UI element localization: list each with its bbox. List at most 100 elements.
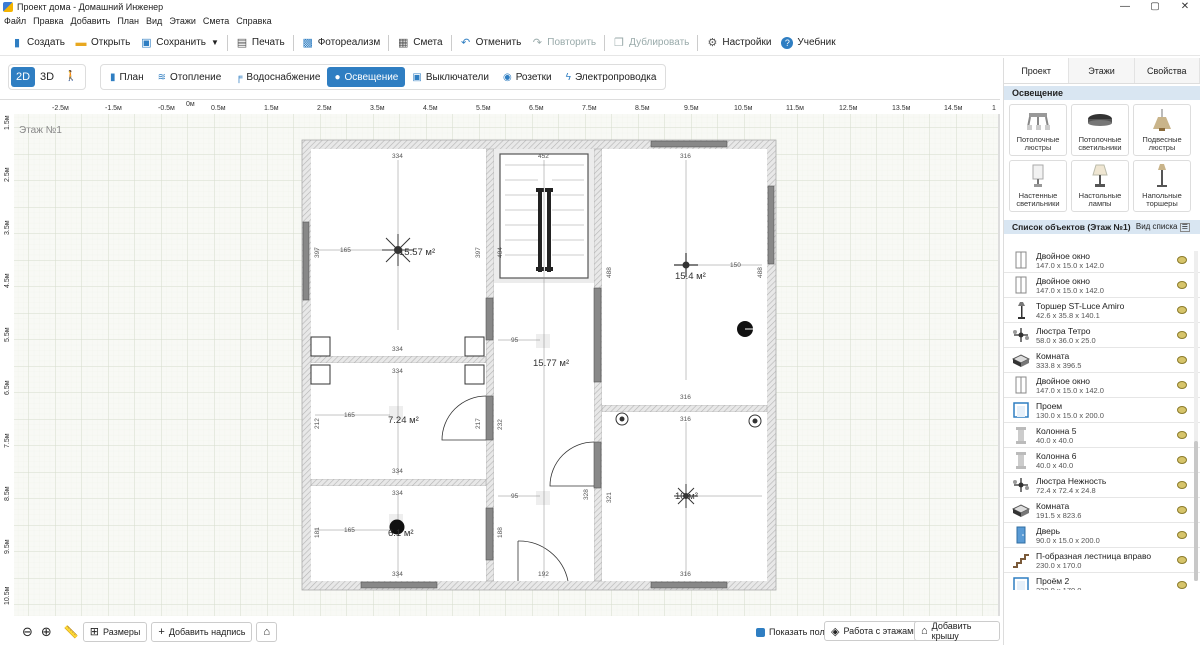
open-button[interactable]: ▬ Открыть [70, 32, 135, 54]
plan-svg[interactable]: -2.5м -1.5м -0.5м 0м 0.5м 1.5м 2.5м 3.5м… [0, 100, 1000, 616]
checkbox-icon[interactable] [756, 627, 765, 637]
tab-label: Выключатели [425, 71, 489, 83]
tab-lighting[interactable]: ● Освещение [327, 67, 406, 87]
menu-estimate[interactable]: Смета [203, 16, 229, 26]
object-list-item[interactable]: Проем 130.0 x 15.0 x 200.0 [1004, 398, 1200, 423]
visibility-eye-icon[interactable] [1177, 381, 1187, 389]
object-list-item[interactable]: Колонна 5 40.0 x 40.0 [1004, 423, 1200, 448]
visibility-eye-icon[interactable] [1177, 331, 1187, 339]
tab-switches[interactable]: ▣ Выключатели [405, 67, 496, 87]
scrollbar-thumb[interactable] [1194, 441, 1198, 581]
ruler-label: 5.5м [476, 105, 491, 112]
object-list-item[interactable]: Комната 191.5 x 823.6 [1004, 498, 1200, 523]
visibility-eye-icon[interactable] [1177, 406, 1187, 414]
menu-floors[interactable]: Этажи [169, 16, 196, 26]
print-button[interactable]: ▤ Печать [231, 32, 290, 54]
object-list-item[interactable]: Люстра Нежность 72.4 x 72.4 x 24.8 [1004, 473, 1200, 498]
object-list-item[interactable]: Проём 2 230.0 x 170.0 [1004, 573, 1200, 590]
home-button[interactable]: ⌂ [256, 621, 278, 642]
dimensions-button[interactable]: ⊞ Размеры [82, 621, 148, 642]
catalog-wall-lamps[interactable]: Настенные светильники [1009, 160, 1067, 212]
view-2d-button[interactable]: 2D [11, 67, 35, 87]
side-panel: Проект Этажи Свойства Освещение Потолочн… [1003, 58, 1200, 645]
close-button[interactable]: ✕ [1170, 0, 1200, 14]
object-dims: 333.8 x 396.5 [1036, 360, 1082, 370]
menu-view[interactable]: Вид [146, 16, 162, 26]
menu-plan[interactable]: План [117, 16, 139, 26]
maximize-button[interactable]: ▢ [1140, 0, 1170, 14]
object-list-item[interactable]: Комната 333.8 x 396.5 [1004, 348, 1200, 373]
show-floor-toggle[interactable]: Показать пол [756, 622, 825, 642]
area-bedroom: 10 м² [675, 491, 698, 502]
canvas-edge [998, 114, 1000, 616]
list-view-toggle[interactable]: Вид списка ☰ [1136, 220, 1190, 235]
object-list[interactable]: Двойное окно 147.0 x 15.0 x 142.0 Двойное … [1004, 248, 1200, 590]
tab-plan[interactable]: ▮ План [103, 67, 151, 87]
tab-heating[interactable]: ≋ Отопление [151, 67, 229, 87]
ruler-icon[interactable]: 📏 [64, 625, 79, 639]
ruler-label: 1.5м [264, 105, 279, 112]
tab-floors[interactable]: Этажи [1069, 58, 1135, 83]
visibility-eye-icon[interactable] [1177, 431, 1187, 439]
minimize-button[interactable]: — [1110, 0, 1140, 14]
redo-button[interactable]: ↷ Повторить [526, 32, 601, 54]
object-list-item[interactable]: Торшер ST-Luce Amiro 42.6 x 35.8 x 140.1 [1004, 298, 1200, 323]
menu-add[interactable]: Добавить [71, 16, 111, 26]
walk-mode-icon[interactable]: 🚶 [59, 67, 83, 87]
create-button[interactable]: ▮ Создать [6, 32, 70, 54]
object-list-item[interactable]: Колонна 6 40.0 x 40.0 [1004, 448, 1200, 473]
photoreal-button[interactable]: ▩ Фотореализм [297, 32, 386, 54]
floors-work-button[interactable]: ◈ Работа с этажами [824, 621, 926, 641]
save-dropdown-icon[interactable]: ▼ [211, 38, 219, 47]
catalog-table-lamps[interactable]: Настольные лампы [1071, 160, 1129, 212]
ruler-label: 1 [992, 105, 996, 112]
catalog-ceiling-lamps[interactable]: Потолочные светильники [1071, 104, 1129, 156]
toolbar-separator [450, 34, 452, 51]
estimate-button[interactable]: ▦ Смета [392, 32, 447, 54]
tab-water[interactable]: ╒ Водоснабжение [228, 67, 327, 87]
object-list-item[interactable]: Двойное окно 147.0 x 15.0 x 142.0 [1004, 248, 1200, 273]
visibility-eye-icon[interactable] [1177, 581, 1187, 589]
visibility-eye-icon[interactable] [1177, 531, 1187, 539]
menu-edit[interactable]: Правка [33, 16, 63, 26]
visibility-eye-icon[interactable] [1177, 356, 1187, 364]
visibility-eye-icon[interactable] [1177, 281, 1187, 289]
duplicate-button[interactable]: ❐ Дублировать [608, 32, 694, 54]
zoom-in-icon[interactable]: ⊕ [41, 624, 52, 640]
visibility-eye-icon[interactable] [1177, 481, 1187, 489]
tab-properties[interactable]: Свойства [1134, 58, 1200, 83]
menu-file[interactable]: Файл [4, 16, 26, 26]
tab-wiring[interactable]: ϟ Электропроводка [559, 67, 664, 87]
visibility-eye-icon[interactable] [1177, 256, 1187, 264]
catalog-floor-lamps[interactable]: Напольные торшеры [1133, 160, 1191, 212]
visibility-eye-icon[interactable] [1177, 306, 1187, 314]
object-list-item[interactable]: Двойное окно 147.0 x 15.0 x 142.0 [1004, 373, 1200, 398]
add-roof-button[interactable]: ⌂ Добавить крышу [914, 621, 1000, 641]
view-3d-button[interactable]: 3D [35, 67, 59, 87]
visibility-eye-icon[interactable] [1177, 456, 1187, 464]
object-dims: 72.4 x 72.4 x 24.8 [1036, 485, 1096, 495]
catalog-ceiling-chandeliers[interactable]: Потолочные люстры [1009, 104, 1067, 156]
tab-label: Розетки [515, 71, 552, 83]
menu-help[interactable]: Справка [236, 16, 271, 26]
zoom-out-icon[interactable]: ⊖ [22, 624, 33, 640]
object-list-item[interactable]: Люстра Тетро 58.0 x 36.0 x 25.0 [1004, 323, 1200, 348]
object-list-item[interactable]: П-образная лестница вправо 230.0 x 170.0 [1004, 548, 1200, 573]
tab-sockets[interactable]: ◉ Розетки [496, 67, 559, 87]
undo-button[interactable]: ↶ Отменить [455, 32, 527, 54]
window-icon [1012, 376, 1030, 394]
settings-button[interactable]: ⚙ Настройки [701, 32, 776, 54]
object-list-item[interactable]: Двойное окно 147.0 x 15.0 x 142.0 [1004, 273, 1200, 298]
ruler-label: 3.5м [4, 220, 11, 235]
tab-project[interactable]: Проект [1004, 58, 1070, 83]
tutorial-button[interactable]: ? Учебник [776, 32, 840, 54]
add-label-button[interactable]: + Добавить надпись [151, 621, 253, 642]
catalog-pendant-lamps[interactable]: Подвесные люстры [1133, 104, 1191, 156]
plan-canvas[interactable]: -2.5м -1.5м -0.5м 0м 0.5м 1.5м 2.5м 3.5м… [0, 99, 1000, 616]
visibility-eye-icon[interactable] [1177, 506, 1187, 514]
object-list-item[interactable]: Дверь 90.0 x 15.0 x 200.0 [1004, 523, 1200, 548]
dim-label: 212 [314, 418, 321, 429]
object-list-scrollbar[interactable] [1194, 251, 1198, 581]
save-button[interactable]: ▣ Сохранить ▼ [135, 32, 224, 54]
visibility-eye-icon[interactable] [1177, 556, 1187, 564]
